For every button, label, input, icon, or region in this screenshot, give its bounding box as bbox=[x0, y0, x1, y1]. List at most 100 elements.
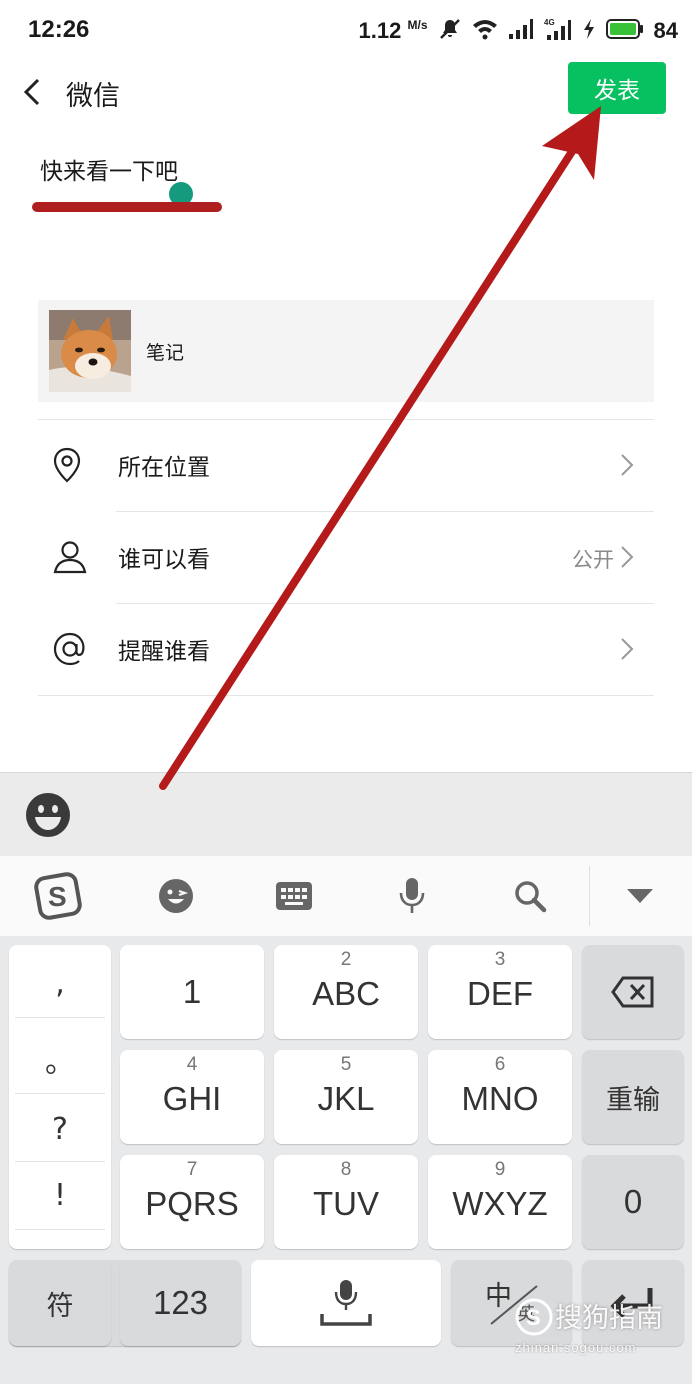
punctuation-column: , 。 ? ! bbox=[9, 945, 111, 1249]
key-3-def[interactable]: 3 DEF bbox=[428, 945, 572, 1039]
svg-text:S: S bbox=[48, 881, 67, 912]
publish-button[interactable]: 发表 bbox=[568, 62, 666, 114]
emoji-toggle-button[interactable] bbox=[25, 792, 71, 838]
reenter-label: 重输 bbox=[606, 1084, 660, 1116]
location-pin-icon bbox=[38, 445, 102, 485]
key-number: 5 bbox=[340, 1054, 352, 1075]
composer: 快来看一下吧 笔记 所在位置 谁可以看 公开 提醒谁看 bbox=[0, 122, 692, 772]
divider bbox=[15, 1093, 105, 1094]
network-speed-value: 1.12 bbox=[358, 18, 402, 43]
visibility-label: 谁可以看 bbox=[118, 547, 210, 573]
mute-icon bbox=[438, 17, 462, 46]
key-9-wxyz[interactable]: 9 WXYZ bbox=[428, 1155, 572, 1249]
mention-label: 提醒谁看 bbox=[118, 639, 210, 665]
divider bbox=[15, 1229, 105, 1230]
key-letters: TUV bbox=[313, 1185, 379, 1222]
key-letters: GHI bbox=[162, 1080, 222, 1117]
link-thumbnail bbox=[49, 310, 131, 392]
post-text-input[interactable]: 快来看一下吧 bbox=[40, 152, 178, 186]
key-8-tuv[interactable]: 8 TUV bbox=[274, 1155, 418, 1249]
signal-4g-icon: 4G bbox=[544, 17, 572, 46]
key-1[interactable]: 1 bbox=[120, 945, 264, 1039]
punct-key-comma[interactable]: , bbox=[9, 949, 111, 1017]
status-time: 12:26 bbox=[28, 16, 90, 43]
chevron-right-icon bbox=[621, 638, 634, 660]
divider bbox=[38, 695, 654, 696]
numeric-key[interactable]: 123 bbox=[120, 1260, 241, 1346]
key-number: 9 bbox=[494, 1159, 506, 1180]
key-4-ghi[interactable]: 4 GHI bbox=[120, 1050, 264, 1144]
menu-row-mention[interactable]: 提醒谁看 bbox=[38, 603, 654, 695]
post-options-list: 所在位置 谁可以看 公开 提醒谁看 bbox=[38, 419, 654, 696]
wink-emoji-icon bbox=[159, 879, 193, 913]
battery-level: 84 bbox=[653, 18, 678, 43]
chevron-right-icon bbox=[621, 546, 634, 568]
key-6-mno[interactable]: 6 MNO bbox=[428, 1050, 572, 1144]
key-letters: ABC bbox=[312, 975, 380, 1012]
status-indicators: 1.12 M/s 4G 84 bbox=[359, 16, 678, 46]
ime-search-button[interactable] bbox=[504, 870, 556, 922]
space-mic-icon bbox=[251, 1260, 441, 1346]
sogou-logo-button[interactable]: S bbox=[32, 870, 84, 922]
person-icon bbox=[38, 537, 102, 577]
watermark-text: 搜狗指南 bbox=[555, 1303, 663, 1334]
divider bbox=[15, 1017, 105, 1018]
key-number: 3 bbox=[494, 949, 506, 970]
location-label: 所在位置 bbox=[118, 455, 210, 481]
space-key[interactable] bbox=[251, 1260, 441, 1346]
page-title: 微信 bbox=[66, 81, 120, 112]
key-2-abc[interactable]: 2 ABC bbox=[274, 945, 418, 1039]
key-number: 2 bbox=[340, 949, 352, 970]
status-bar: 12:26 1.12 M/s 4G 84 bbox=[0, 0, 692, 62]
reenter-key[interactable]: 重输 bbox=[582, 1050, 684, 1144]
microphone-icon bbox=[399, 878, 425, 913]
svg-text:4G: 4G bbox=[544, 18, 555, 27]
key-letters: MNO bbox=[461, 1080, 539, 1117]
key-number: 6 bbox=[494, 1054, 506, 1075]
symbol-label: 符 bbox=[46, 1290, 74, 1322]
shared-link-card[interactable]: 笔记 bbox=[38, 300, 654, 402]
key-letters: JKL bbox=[317, 1080, 375, 1117]
symbol-key[interactable]: 符 bbox=[9, 1260, 111, 1346]
back-arrow-icon bbox=[23, 78, 40, 106]
punct-key-exclaim[interactable]: ! bbox=[9, 1161, 111, 1229]
backspace-icon bbox=[582, 945, 684, 1039]
network-speed-unit: M/s bbox=[407, 18, 428, 32]
svg-text:S: S bbox=[526, 1305, 541, 1330]
key-number: 4 bbox=[186, 1054, 198, 1075]
toolbar-divider bbox=[589, 866, 590, 926]
key-letters: WXYZ bbox=[452, 1185, 548, 1222]
punct-key-question[interactable]: ? bbox=[9, 1095, 111, 1163]
sogou-watermark: S 搜狗指南 zhinan.sogou.com bbox=[515, 1294, 685, 1364]
network-speed: 1.12 M/s bbox=[359, 18, 428, 44]
keyboard-layout-button[interactable] bbox=[268, 870, 320, 922]
key-letters: PQRS bbox=[145, 1185, 239, 1222]
ime-emoji-button[interactable] bbox=[150, 870, 202, 922]
key-number: 7 bbox=[186, 1159, 198, 1180]
hide-keyboard-button[interactable] bbox=[614, 870, 666, 922]
sogou-watermark-logo-icon: S bbox=[515, 1298, 553, 1336]
battery-icon bbox=[605, 18, 644, 44]
key-label: 1 bbox=[182, 973, 202, 1010]
voice-input-button[interactable] bbox=[386, 870, 438, 922]
numeric-label: 123 bbox=[152, 1284, 209, 1321]
visibility-value: 公开 bbox=[572, 548, 614, 572]
at-sign-icon bbox=[38, 629, 102, 669]
key-5-jkl[interactable]: 5 JKL bbox=[274, 1050, 418, 1144]
key-number: 8 bbox=[340, 1159, 352, 1180]
app-header: 微信 发表 bbox=[0, 62, 692, 122]
ime-toolbar: S bbox=[0, 856, 692, 936]
key-letters: DEF bbox=[467, 975, 533, 1012]
sogou-logo-icon: S bbox=[34, 872, 82, 920]
back-button[interactable] bbox=[14, 72, 54, 112]
backspace-key[interactable] bbox=[582, 945, 684, 1039]
menu-row-visibility[interactable]: 谁可以看 公开 bbox=[38, 511, 654, 603]
key-0[interactable]: 0 bbox=[582, 1155, 684, 1249]
menu-row-location[interactable]: 所在位置 bbox=[38, 419, 654, 511]
key-7-pqrs[interactable]: 7 PQRS bbox=[120, 1155, 264, 1249]
smiley-icon bbox=[26, 793, 70, 837]
punct-key-period[interactable]: 。 bbox=[9, 1025, 111, 1093]
annotation-underline bbox=[32, 202, 222, 212]
keyboard-icon bbox=[276, 882, 312, 910]
watermark-url: zhinan.sogou.com bbox=[515, 1340, 637, 1355]
